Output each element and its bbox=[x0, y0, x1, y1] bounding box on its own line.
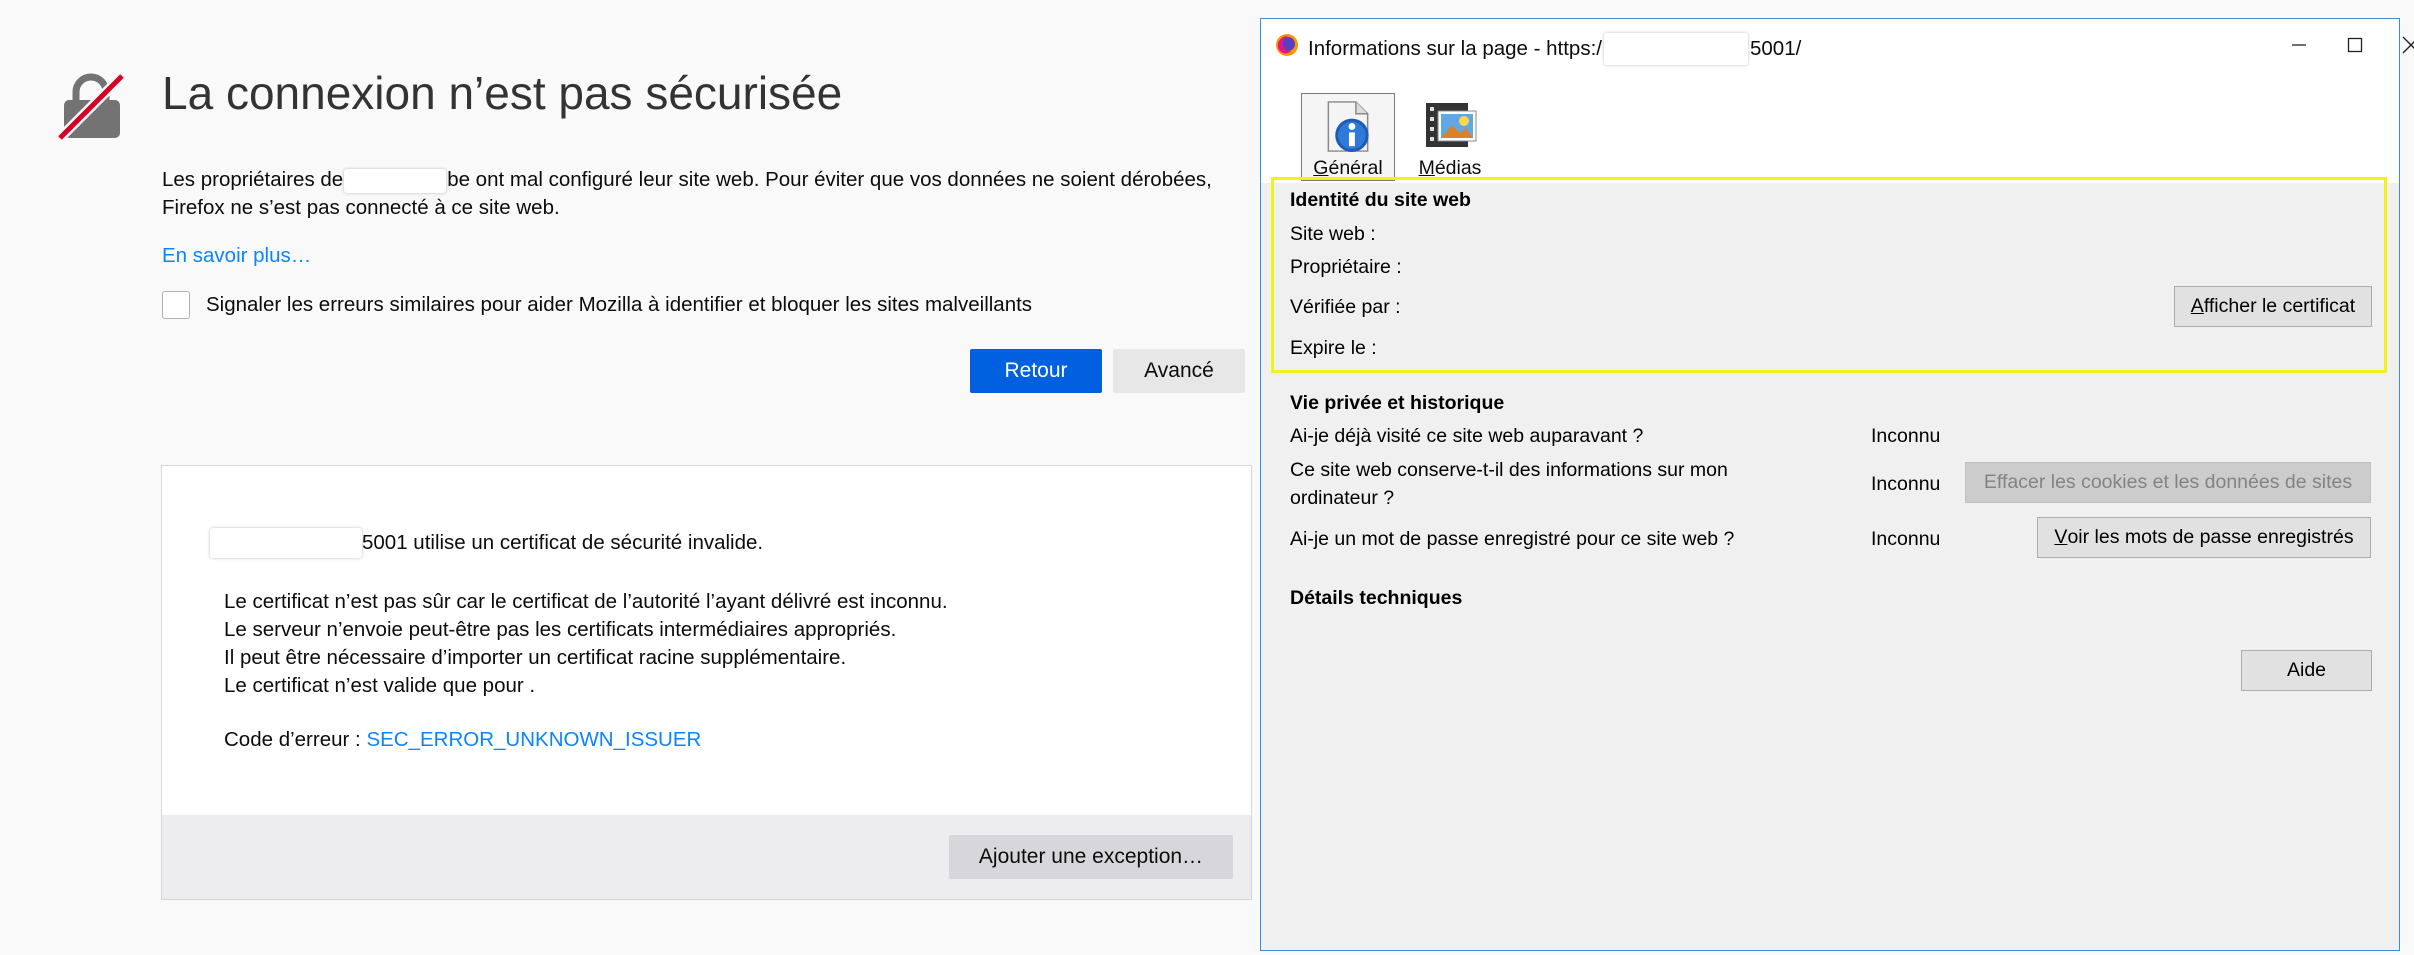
password-answer: Inconnu bbox=[1871, 528, 1941, 550]
stores-question-line2: ordinateur ? bbox=[1290, 487, 1395, 509]
clear-cookies-button[interactable]: Effacer les cookies et les données de si… bbox=[1965, 462, 2371, 503]
desc-text-1: Les propriétaires de bbox=[162, 168, 344, 191]
cert-detail-line: Le serveur n’envoie peut-être pas les ce… bbox=[224, 618, 897, 641]
window-title-suffix: 5001/ bbox=[1749, 37, 1802, 60]
invalid-cert-text: 5001 utilise un certificat de sécurité i… bbox=[362, 531, 764, 554]
report-errors-row: Signaler les erreurs similaires pour aid… bbox=[162, 291, 1032, 319]
redacted-domain bbox=[344, 168, 447, 193]
firefox-icon bbox=[1276, 34, 1298, 56]
report-errors-label: Signaler les erreurs similaires pour aid… bbox=[206, 293, 1033, 316]
cert-details: Le certificat n’est pas sûr car le certi… bbox=[224, 588, 948, 700]
cert-detail-line: Il peut être nécessaire d’importer un ce… bbox=[224, 646, 847, 669]
technical-heading: Détails techniques bbox=[1290, 587, 1463, 609]
dialog-toolbar: Général Médias bbox=[1261, 71, 2399, 183]
error-code-row: Code d’erreur : SEC_ERROR_UNKNOWN_ISSUER bbox=[224, 728, 701, 752]
add-exception-button[interactable]: Ajouter une exception… bbox=[949, 835, 1233, 879]
minimize-icon bbox=[2292, 44, 2306, 46]
info-document-icon bbox=[1327, 101, 1369, 153]
maximize-button[interactable] bbox=[2331, 27, 2379, 63]
page-title: La connexion n’est pas sécurisée bbox=[162, 67, 843, 119]
site-label: Site web : bbox=[1290, 223, 1376, 245]
password-question: Ai-je un mot de passe enregistré pour ce… bbox=[1290, 528, 1735, 550]
invalid-cert-message: 5001 utilise un certificat de sécurité i… bbox=[210, 528, 763, 558]
stores-answer: Inconnu bbox=[1871, 473, 1941, 495]
cert-detail-line: Le certificat n’est pas sûr car le certi… bbox=[224, 590, 948, 613]
owner-label: Propriétaire : bbox=[1290, 256, 1402, 278]
view-passwords-button[interactable]: Voir les mots de passe enregistrés bbox=[2037, 517, 2371, 558]
verified-by-label: Vérifiée par : bbox=[1290, 296, 1401, 318]
minimize-button[interactable] bbox=[2275, 27, 2323, 63]
expires-label: Expire le : bbox=[1290, 337, 1377, 359]
tab-media[interactable]: Médias bbox=[1403, 93, 1497, 181]
media-film-icon bbox=[1426, 103, 1477, 147]
window-title-prefix: Informations sur la page - https:/ bbox=[1308, 37, 1602, 60]
advanced-button[interactable]: Avancé bbox=[1113, 349, 1245, 393]
page-info-dialog: Informations sur la page - https:/5001/ … bbox=[1260, 18, 2414, 951]
redacted-url bbox=[1603, 33, 1748, 65]
close-button[interactable] bbox=[2387, 27, 2414, 63]
identity-heading: Identité du site web bbox=[1290, 189, 1471, 211]
privacy-heading: Vie privée et historique bbox=[1290, 392, 1505, 414]
cert-detail-line: Le certificat n’est valide que pour . bbox=[224, 674, 536, 697]
close-icon bbox=[2402, 36, 2414, 54]
stores-question-line1: Ce site web conserve-t-il des informatio… bbox=[1290, 459, 1728, 481]
broken-lock-icon bbox=[56, 72, 126, 140]
maximize-icon bbox=[2347, 37, 2363, 53]
advanced-panel: 5001 utilise un certificat de sécurité i… bbox=[161, 465, 1252, 900]
advanced-footer: Ajouter une exception… bbox=[162, 815, 1251, 899]
error-code-link[interactable]: SEC_ERROR_UNKNOWN_ISSUER bbox=[366, 728, 701, 751]
desc-text-3: Firefox ne s’est pas connecté à ce site … bbox=[162, 196, 560, 219]
help-button[interactable]: Aide bbox=[2241, 650, 2372, 691]
title-bar: Informations sur la page - https:/ 5001/ bbox=[1261, 19, 2414, 71]
learn-more-link[interactable]: En savoir plus… bbox=[162, 244, 311, 268]
error-code-label: Code d’erreur : bbox=[224, 728, 361, 751]
visited-answer: Inconnu bbox=[1871, 425, 1941, 447]
desc-text-2: be ont mal configuré leur site web. Pour… bbox=[447, 168, 1212, 191]
view-certificate-button[interactable]: Afficher le certificat bbox=[2174, 286, 2372, 327]
back-button[interactable]: Retour bbox=[970, 349, 1102, 393]
tab-general[interactable]: Général bbox=[1301, 93, 1395, 181]
visited-question: Ai-je déjà visité ce site web auparavant… bbox=[1290, 425, 1644, 447]
redacted-host bbox=[210, 528, 362, 558]
report-errors-checkbox[interactable] bbox=[162, 291, 190, 319]
window-title: Informations sur la page - https:/ 5001/ bbox=[1308, 33, 1801, 65]
error-description: Les propriétaires de be ont mal configuré… bbox=[162, 166, 1242, 222]
